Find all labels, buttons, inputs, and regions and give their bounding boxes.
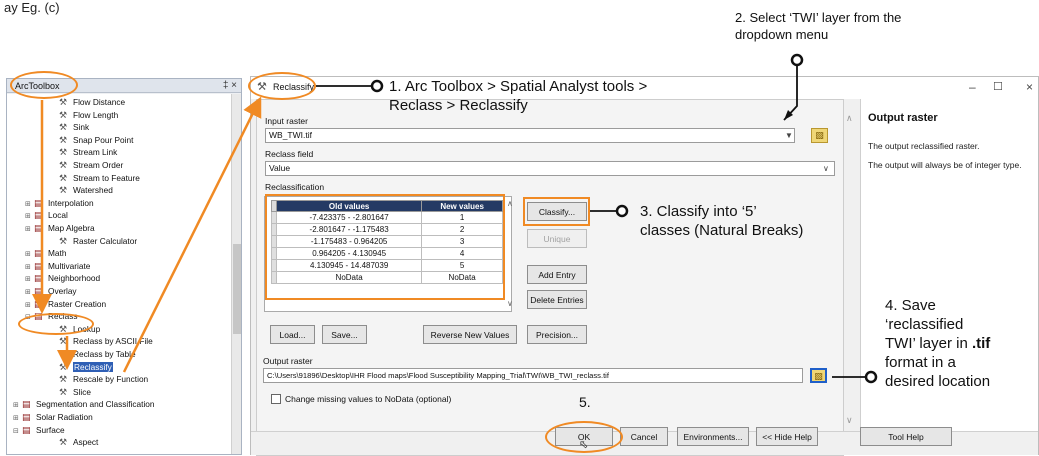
step4-text: 4. Save (885, 297, 936, 314)
step4-node (864, 370, 878, 384)
step4-text: TWI’ layer in .tif (885, 335, 991, 352)
step1-text: Reclass > Reclassify (389, 97, 528, 114)
arrow-reclassify-to-dialog (122, 96, 262, 373)
step5-text: 5. (579, 394, 591, 410)
step2-connector (783, 65, 798, 121)
step4-text: desired location (885, 373, 991, 390)
step1-text: 1. Arc Toolbox > Spatial Analyst tools > (389, 78, 648, 95)
step4-text: ‘reclassified (885, 316, 964, 333)
step3-text: 3. Classify into ‘5’ (640, 203, 757, 220)
step2-text: dropdown menu (735, 27, 829, 42)
step3-text: classes (Natural Breaks) (640, 222, 804, 239)
step2-node (790, 53, 804, 67)
annotation-arrows (32, 53, 878, 384)
step2-text: 2. Select ‘TWI’ layer from the (735, 10, 902, 25)
step4-text: format in a (885, 354, 956, 371)
step3-node (615, 204, 629, 218)
step1-node (370, 79, 384, 93)
